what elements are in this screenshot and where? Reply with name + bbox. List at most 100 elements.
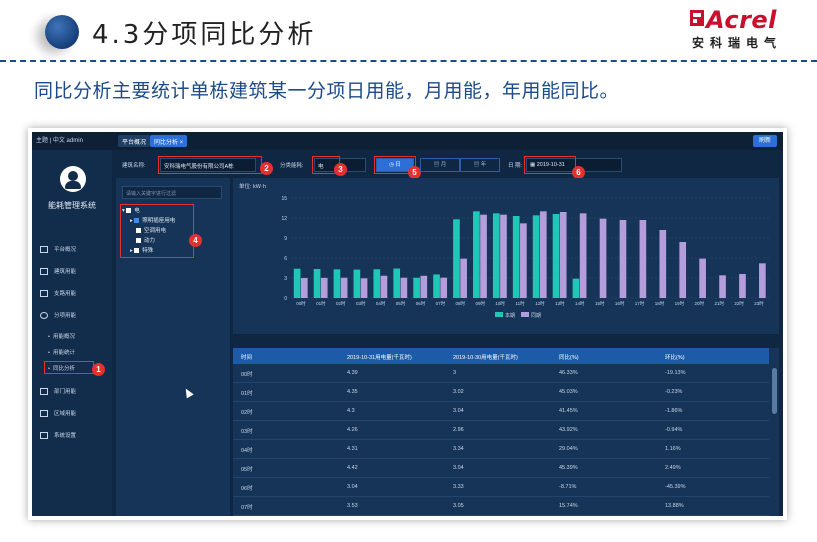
badge-3: 3 xyxy=(334,163,347,176)
bar-current xyxy=(473,211,480,298)
x-tick-label: 13时 xyxy=(555,300,565,306)
x-tick-label: 12时 xyxy=(535,300,545,306)
highlight-box-2 xyxy=(158,156,262,174)
branch-icon xyxy=(40,290,48,298)
x-tick-label: 16时 xyxy=(615,300,625,306)
bar-current xyxy=(512,216,520,298)
power-icon xyxy=(40,312,48,320)
app-window: 主题 | 中文 admin 平台概况 同比分析 × 刷新 能耗管理系统 平台概况… xyxy=(32,132,783,516)
table-row: 03时 4.26 2.96 43.92% -0.94% xyxy=(233,421,769,440)
x-tick-label: 23时 xyxy=(754,300,764,306)
x-tick-label: 15时 xyxy=(595,300,605,306)
top-left-menu[interactable]: 主题 | 中文 admin xyxy=(36,135,83,144)
table-cell: -0.23% xyxy=(665,389,683,395)
table-cell: 3.02 xyxy=(453,389,464,395)
sidebar-item-subitem-energy[interactable]: 分项用能 xyxy=(40,311,76,320)
table-cell: 1.16% xyxy=(665,446,681,452)
tab-platform-overview[interactable]: 平台概况 xyxy=(118,135,151,147)
bar-current xyxy=(373,269,381,298)
bar-previous xyxy=(440,277,448,298)
sidebar-item-area-energy[interactable]: 区域用能 xyxy=(40,409,76,418)
sidebar-item-system-settings[interactable]: 系统设置 xyxy=(40,431,76,440)
x-tick-label: 10时 xyxy=(495,300,505,306)
table-cell: 4.42 xyxy=(347,465,358,471)
x-tick-label: 22时 xyxy=(734,300,744,306)
table-cell: 03时 xyxy=(241,429,253,435)
legend-swatch xyxy=(495,312,503,317)
filter-bar: 建筑名称: 安科瑞电气股份有限公司A栋 2 分类能耗: 电 3 ◷ 日 5 ▤ … xyxy=(116,156,779,179)
y-tick-label: 6 xyxy=(284,256,287,262)
calendar-year-icon: ▤ xyxy=(473,162,481,168)
badge-4: 4 xyxy=(189,234,202,247)
category-label: 分类能耗: xyxy=(280,163,304,169)
calendar-icon: ▤ xyxy=(433,162,441,168)
x-tick-label: 06时 xyxy=(416,300,426,306)
sidebar-item-platform-overview[interactable]: 平台概况 xyxy=(40,245,76,254)
bar-previous xyxy=(380,275,388,298)
bar-previous xyxy=(599,218,607,298)
x-tick-label: 19时 xyxy=(675,300,685,306)
bar-previous xyxy=(639,220,647,298)
sidebar-item-dept-energy[interactable]: 部门用能 xyxy=(40,387,76,396)
bar-previous xyxy=(520,223,527,298)
x-tick-label: 11时 xyxy=(515,300,525,306)
month-toggle[interactable]: ▤ 月 xyxy=(420,158,460,172)
x-tick-label: 21时 xyxy=(714,300,724,306)
mouse-cursor-icon xyxy=(182,386,194,399)
y-tick-label: 3 xyxy=(284,276,287,282)
table-cell: 15.74% xyxy=(559,503,578,509)
bar-previous xyxy=(559,212,567,298)
table-cell: 45.39% xyxy=(559,465,578,471)
table-cell: 13.88% xyxy=(665,503,684,509)
tree-search-input[interactable]: 请输入关键字进行过滤 xyxy=(122,186,222,199)
sidebar-item-building-energy[interactable]: 建筑用能 xyxy=(40,267,76,276)
bar-current xyxy=(413,277,420,298)
bar-current xyxy=(492,213,500,298)
bar-current xyxy=(532,215,540,298)
table-cell: 3 xyxy=(453,370,457,376)
table-cell: 2.96 xyxy=(453,427,464,433)
tab-yoy-analysis[interactable]: 同比分析 × xyxy=(150,135,188,147)
refresh-button[interactable]: 刷新 xyxy=(753,135,777,147)
table-cell: 29.04% xyxy=(559,446,578,452)
section-title: 4.3分项同比分析 xyxy=(92,20,317,50)
table-cell: 02时 xyxy=(241,410,253,416)
intro-text: 同比分析主要统计单栋建筑某一分项日用能，月用能，年用能同比。 xyxy=(34,80,620,102)
system-name: 能耗管理系统 xyxy=(48,201,96,210)
y-tick-label: 12 xyxy=(281,216,287,222)
x-tick-label: 14时 xyxy=(575,300,585,306)
tree-panel: 请输入关键字进行过滤 ▾ 电 ▸ 照明插座用电 空调用电 动力 ▸ 特殊 4 xyxy=(116,178,230,516)
table-row: 07时 3.53 3.05 15.74% 13.88% xyxy=(233,497,769,516)
year-toggle[interactable]: ▤ 年 xyxy=(460,158,500,172)
badge-2: 2 xyxy=(260,162,273,175)
chart-panel: 单位: kW·h 0 3 6 9 12 15 00时 01时 02时 03时 04时 05时 06时 07… xyxy=(233,178,779,334)
sidebar-item-branch-energy[interactable]: 支路用能 xyxy=(40,289,76,298)
y-tick-label: 0 xyxy=(284,296,287,302)
table-cell: 01时 xyxy=(241,391,253,397)
x-tick-label: 01时 xyxy=(316,300,326,306)
logo-subtext: 安科瑞电气 xyxy=(692,36,783,50)
logo-text: Acrel xyxy=(706,6,777,34)
screenshot-frame: 主题 | 中文 admin 平台概况 同比分析 × 刷新 能耗管理系统 平台概况… xyxy=(28,128,787,520)
avatar[interactable] xyxy=(60,166,86,192)
col-header-previous: 2019-10-30用电量(千瓦时) xyxy=(453,355,518,361)
sidebar-subitem-usage-stats[interactable]: 用能统计 xyxy=(48,348,75,356)
area-icon xyxy=(40,410,48,418)
badge-1: 1 xyxy=(92,363,105,376)
table-scrollbar[interactable] xyxy=(772,368,777,414)
table-cell: 3.53 xyxy=(347,503,358,509)
bar-previous xyxy=(340,277,348,298)
bar-current xyxy=(453,219,460,298)
table-cell: 4.3 xyxy=(347,408,355,414)
bar-current xyxy=(572,278,580,298)
bar-previous xyxy=(320,277,328,298)
x-tick-label: 02时 xyxy=(336,300,346,306)
table-row: 01时 4.35 3.02 45.03% -0.23% xyxy=(233,383,769,402)
table-cell: 3.04 xyxy=(347,484,358,490)
col-header-mom: 环比(%) xyxy=(665,355,685,361)
table-cell: 43.92% xyxy=(559,427,578,433)
table-row: 00时 4.39 3 46.33% -19.13% xyxy=(233,364,769,383)
sidebar-subitem-usage-overview[interactable]: 用能概况 xyxy=(48,332,75,340)
col-header-yoy: 同比(%) xyxy=(559,355,579,361)
table-cell: 3.34 xyxy=(453,446,464,452)
